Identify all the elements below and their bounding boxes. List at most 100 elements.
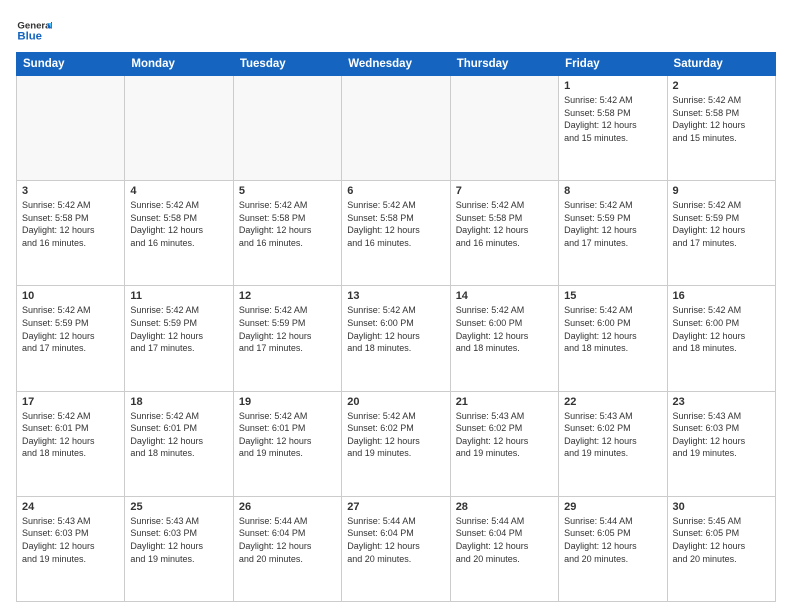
day-number: 19 (239, 396, 336, 408)
day-number: 8 (564, 185, 661, 197)
column-header-friday: Friday (559, 53, 667, 76)
column-header-sunday: Sunday (17, 53, 125, 76)
day-info: Sunrise: 5:42 AM Sunset: 5:58 PM Dayligh… (22, 199, 119, 249)
day-info: Sunrise: 5:42 AM Sunset: 5:58 PM Dayligh… (130, 199, 227, 249)
day-info: Sunrise: 5:42 AM Sunset: 5:58 PM Dayligh… (564, 94, 661, 144)
calendar-cell: 4 Sunrise: 5:42 AM Sunset: 5:58 PM Daylig… (125, 181, 233, 286)
page: General Blue SundayMondayTuesdayWednesda… (0, 0, 792, 612)
column-header-thursday: Thursday (450, 53, 558, 76)
calendar-cell: 23 Sunrise: 5:43 AM Sunset: 6:03 PM Dayli… (667, 391, 775, 496)
header: General Blue (16, 16, 776, 44)
day-info: Sunrise: 5:42 AM Sunset: 5:59 PM Dayligh… (130, 304, 227, 354)
day-info: Sunrise: 5:42 AM Sunset: 5:58 PM Dayligh… (347, 199, 444, 249)
day-number: 28 (456, 501, 553, 513)
day-number: 2 (673, 80, 770, 92)
calendar-cell: 15 Sunrise: 5:42 AM Sunset: 6:00 PM Dayli… (559, 286, 667, 391)
day-info: Sunrise: 5:42 AM Sunset: 6:00 PM Dayligh… (347, 304, 444, 354)
day-number: 15 (564, 290, 661, 302)
day-number: 12 (239, 290, 336, 302)
calendar-cell: 24Sunrise: 5:43 AM Sunset: 6:03 PM Dayli… (17, 496, 125, 601)
day-info: Sunrise: 5:42 AM Sunset: 6:01 PM Dayligh… (130, 410, 227, 460)
day-number: 9 (673, 185, 770, 197)
day-number: 30 (673, 501, 770, 513)
logo-icon: General Blue (16, 16, 52, 44)
day-info: Sunrise: 5:42 AM Sunset: 6:00 PM Dayligh… (673, 304, 770, 354)
calendar-cell: 26 Sunrise: 5:44 AM Sunset: 6:04 PM Dayli… (233, 496, 341, 601)
calendar-cell: 19Sunrise: 5:42 AM Sunset: 6:01 PM Dayli… (233, 391, 341, 496)
calendar-body: 1 Sunrise: 5:42 AM Sunset: 5:58 PM Daylig… (17, 76, 776, 602)
day-number: 20 (347, 396, 444, 408)
calendar-cell: 7Sunrise: 5:42 AM Sunset: 5:58 PM Daylig… (450, 181, 558, 286)
day-number: 4 (130, 185, 227, 197)
calendar-cell: 25 Sunrise: 5:43 AM Sunset: 6:03 PM Dayli… (125, 496, 233, 601)
day-info: Sunrise: 5:43 AM Sunset: 6:03 PM Dayligh… (130, 515, 227, 565)
calendar-cell: 2 Sunrise: 5:42 AM Sunset: 5:58 PM Daylig… (667, 76, 775, 181)
day-number: 21 (456, 396, 553, 408)
day-info: Sunrise: 5:42 AM Sunset: 5:58 PM Dayligh… (239, 199, 336, 249)
day-number: 11 (130, 290, 227, 302)
calendar-cell (233, 76, 341, 181)
column-header-tuesday: Tuesday (233, 53, 341, 76)
day-info: Sunrise: 5:42 AM Sunset: 6:00 PM Dayligh… (564, 304, 661, 354)
calendar-cell (17, 76, 125, 181)
day-number: 7 (456, 185, 553, 197)
day-info: Sunrise: 5:42 AM Sunset: 5:58 PM Dayligh… (673, 94, 770, 144)
day-number: 18 (130, 396, 227, 408)
logo: General Blue (16, 16, 52, 44)
calendar-cell: 8 Sunrise: 5:42 AM Sunset: 5:59 PM Daylig… (559, 181, 667, 286)
calendar-cell: 30 Sunrise: 5:45 AM Sunset: 6:05 PM Dayli… (667, 496, 775, 601)
day-number: 5 (239, 185, 336, 197)
day-number: 22 (564, 396, 661, 408)
day-number: 10 (22, 290, 119, 302)
day-info: Sunrise: 5:42 AM Sunset: 5:59 PM Dayligh… (22, 304, 119, 354)
day-info: Sunrise: 5:44 AM Sunset: 6:05 PM Dayligh… (564, 515, 661, 565)
day-number: 27 (347, 501, 444, 513)
calendar-cell: 1 Sunrise: 5:42 AM Sunset: 5:58 PM Daylig… (559, 76, 667, 181)
column-header-saturday: Saturday (667, 53, 775, 76)
day-info: Sunrise: 5:42 AM Sunset: 6:02 PM Dayligh… (347, 410, 444, 460)
calendar-cell: 6 Sunrise: 5:42 AM Sunset: 5:58 PM Daylig… (342, 181, 450, 286)
day-number: 6 (347, 185, 444, 197)
day-number: 26 (239, 501, 336, 513)
calendar-cell: 18 Sunrise: 5:42 AM Sunset: 6:01 PM Dayli… (125, 391, 233, 496)
calendar-cell: 5 Sunrise: 5:42 AM Sunset: 5:58 PM Daylig… (233, 181, 341, 286)
calendar-cell: 16 Sunrise: 5:42 AM Sunset: 6:00 PM Dayli… (667, 286, 775, 391)
calendar-cell: 9Sunrise: 5:42 AM Sunset: 5:59 PM Daylig… (667, 181, 775, 286)
calendar-week-5: 24Sunrise: 5:43 AM Sunset: 6:03 PM Dayli… (17, 496, 776, 601)
day-number: 16 (673, 290, 770, 302)
day-info: Sunrise: 5:42 AM Sunset: 5:59 PM Dayligh… (239, 304, 336, 354)
svg-text:Blue: Blue (17, 31, 42, 43)
calendar-cell: 17Sunrise: 5:42 AM Sunset: 6:01 PM Dayli… (17, 391, 125, 496)
calendar-cell: 12 Sunrise: 5:42 AM Sunset: 5:59 PM Dayli… (233, 286, 341, 391)
day-number: 23 (673, 396, 770, 408)
day-info: Sunrise: 5:45 AM Sunset: 6:05 PM Dayligh… (673, 515, 770, 565)
calendar-week-2: 3 Sunrise: 5:42 AM Sunset: 5:58 PM Daylig… (17, 181, 776, 286)
calendar-cell: 27 Sunrise: 5:44 AM Sunset: 6:04 PM Dayli… (342, 496, 450, 601)
calendar-header-row: SundayMondayTuesdayWednesdayThursdayFrid… (17, 53, 776, 76)
calendar-cell (450, 76, 558, 181)
calendar-cell: 3 Sunrise: 5:42 AM Sunset: 5:58 PM Daylig… (17, 181, 125, 286)
day-number: 25 (130, 501, 227, 513)
calendar-cell: 28 Sunrise: 5:44 AM Sunset: 6:04 PM Dayli… (450, 496, 558, 601)
calendar-cell (342, 76, 450, 181)
day-info: Sunrise: 5:44 AM Sunset: 6:04 PM Dayligh… (456, 515, 553, 565)
calendar-cell: 20 Sunrise: 5:42 AM Sunset: 6:02 PM Dayli… (342, 391, 450, 496)
day-info: Sunrise: 5:42 AM Sunset: 5:59 PM Dayligh… (564, 199, 661, 249)
day-info: Sunrise: 5:44 AM Sunset: 6:04 PM Dayligh… (239, 515, 336, 565)
day-number: 3 (22, 185, 119, 197)
calendar-cell (125, 76, 233, 181)
calendar-cell: 11 Sunrise: 5:42 AM Sunset: 5:59 PM Dayli… (125, 286, 233, 391)
day-info: Sunrise: 5:42 AM Sunset: 6:01 PM Dayligh… (22, 410, 119, 460)
day-info: Sunrise: 5:42 AM Sunset: 6:00 PM Dayligh… (456, 304, 553, 354)
calendar-cell: 21Sunrise: 5:43 AM Sunset: 6:02 PM Dayli… (450, 391, 558, 496)
day-info: Sunrise: 5:43 AM Sunset: 6:03 PM Dayligh… (673, 410, 770, 460)
day-info: Sunrise: 5:44 AM Sunset: 6:04 PM Dayligh… (347, 515, 444, 565)
day-number: 1 (564, 80, 661, 92)
day-info: Sunrise: 5:43 AM Sunset: 6:03 PM Dayligh… (22, 515, 119, 565)
svg-text:General: General (17, 20, 52, 31)
calendar-cell: 22Sunrise: 5:43 AM Sunset: 6:02 PM Dayli… (559, 391, 667, 496)
calendar-table: SundayMondayTuesdayWednesdayThursdayFrid… (16, 52, 776, 602)
calendar-cell: 29Sunrise: 5:44 AM Sunset: 6:05 PM Dayli… (559, 496, 667, 601)
day-number: 14 (456, 290, 553, 302)
calendar-week-1: 1 Sunrise: 5:42 AM Sunset: 5:58 PM Daylig… (17, 76, 776, 181)
